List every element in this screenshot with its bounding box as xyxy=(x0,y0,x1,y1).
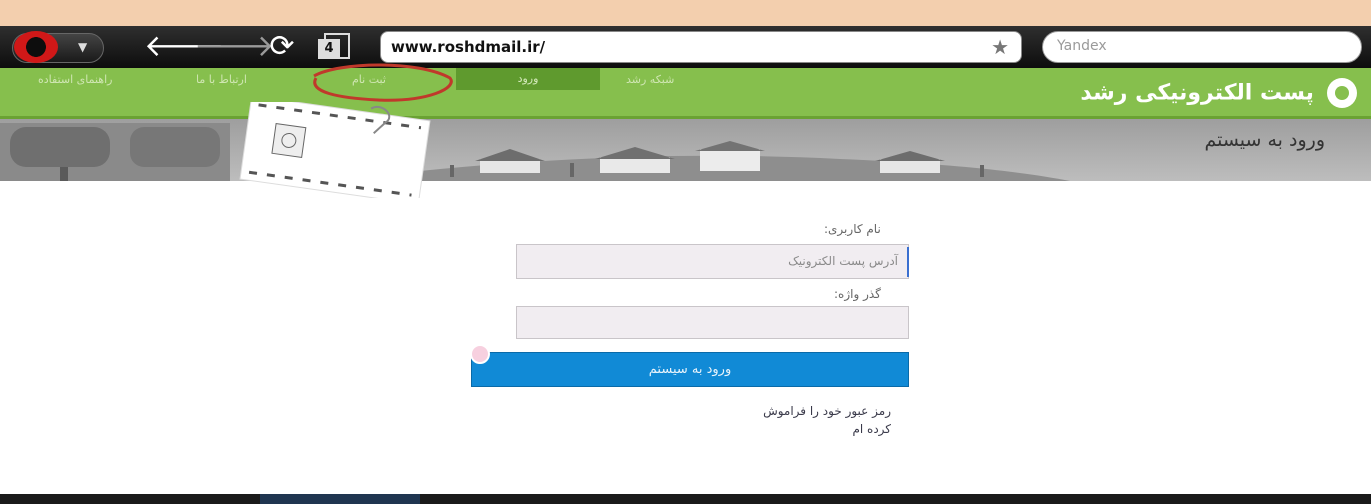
forward-arrow-icon[interactable]: 🡒 xyxy=(194,30,274,64)
village-illustration xyxy=(420,141,1070,181)
text-cursor xyxy=(907,247,909,277)
back-arrow-icon[interactable]: 🡐 xyxy=(144,30,224,64)
top-strip xyxy=(0,0,1371,26)
reload-icon[interactable]: ⟳ xyxy=(262,30,302,64)
page-title: ورود به سیستم xyxy=(1204,129,1325,151)
menu-item-login-label: ورود xyxy=(517,72,539,85)
brand-name: پست الکترونیکی رشد xyxy=(1080,80,1314,106)
password-label: گذر واژه: xyxy=(834,287,881,301)
banner: ورود به سیستم xyxy=(0,119,1371,181)
touch-indicator-icon xyxy=(470,344,490,364)
chevron-down-icon: ▼ xyxy=(78,40,88,54)
site-header: راهنمای استفاده ارتباط با ما ثبت نام ورو… xyxy=(0,63,1371,119)
search-input[interactable]: Yandex xyxy=(1042,31,1362,63)
menu-item-contact[interactable]: ارتباط با ما xyxy=(196,71,247,89)
red-annotation-oval xyxy=(313,63,453,102)
menu-item-login[interactable]: ورود xyxy=(456,68,600,90)
url-text: www.roshdmail.ir/ xyxy=(391,38,546,56)
menu-item-roshd-network[interactable]: شبکه رشد xyxy=(626,71,674,89)
brand[interactable]: پست الکترونیکی رشد xyxy=(1080,78,1357,112)
address-bar[interactable]: www.roshdmail.ir/ ★ xyxy=(380,31,1022,63)
bookmark-star-icon[interactable]: ★ xyxy=(991,35,1009,59)
login-submit-button[interactable]: ورود به سیستم xyxy=(471,352,909,387)
login-form: نام کاربری: آدرس پست الکترونیک گذر واژه:… xyxy=(0,180,1371,494)
login-submit-label: ورود به سیستم xyxy=(648,362,732,377)
opera-logo-icon xyxy=(14,31,58,63)
menu-item-help[interactable]: راهنمای استفاده xyxy=(38,71,112,89)
opera-menu-button[interactable]: ▼ xyxy=(12,31,104,63)
username-input[interactable]: آدرس پست الکترونیک xyxy=(516,244,909,279)
username-placeholder: آدرس پست الکترونیک xyxy=(788,254,898,268)
bottom-bar-accent xyxy=(260,494,420,504)
forgot-password-link[interactable]: رمز عبور خود را فراموش کرده ام xyxy=(741,402,891,438)
browser-toolbar: ▼ 🡐 🡒 ⟳ 4 www.roshdmail.ir/ ★ Yandex xyxy=(0,26,1371,68)
roshd-logo-icon xyxy=(1327,78,1357,108)
bottom-bar xyxy=(0,494,1371,504)
password-input[interactable] xyxy=(516,306,909,339)
mailbox-illustration xyxy=(0,123,230,181)
search-placeholder: Yandex xyxy=(1057,38,1107,54)
username-label: نام کاربری: xyxy=(824,222,881,236)
